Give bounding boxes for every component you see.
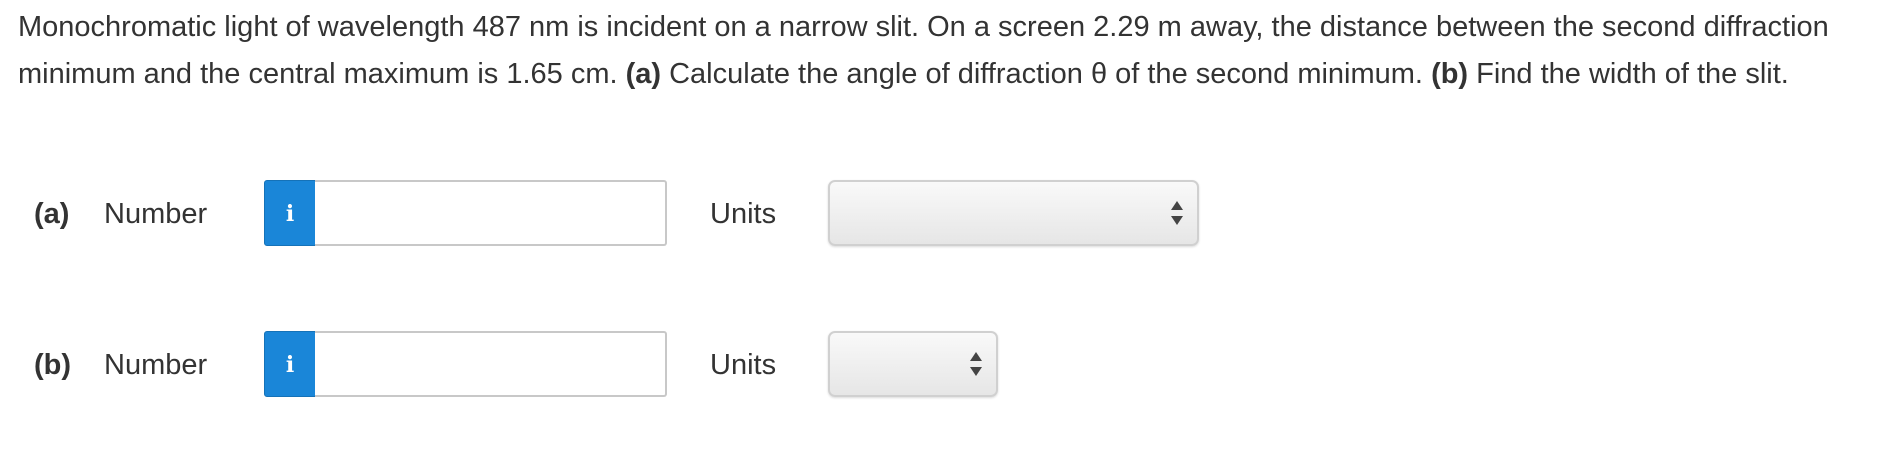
info-icon-button[interactable]: i <box>264 180 316 246</box>
info-icon-button[interactable]: i <box>264 331 316 397</box>
number-input[interactable] <box>315 331 667 397</box>
answer-row-b: (b) Number i Units <box>0 331 1884 399</box>
answer-row-a: (a) Number i Units <box>0 180 1884 248</box>
part-a-tag: (a) <box>625 58 662 90</box>
part-label: (b) <box>34 349 72 381</box>
units-label: Units <box>710 349 777 381</box>
part-label: (a) <box>34 198 70 230</box>
part-a-prompt: Calculate the angle of diffraction θ of … <box>661 58 1432 90</box>
question-text: Monochromatic light of wavelength 487 nm… <box>18 4 1868 98</box>
up-down-arrows-icon <box>970 352 982 376</box>
number-input[interactable] <box>315 180 667 246</box>
part-b-prompt: Find the width of the slit. <box>1468 58 1789 90</box>
up-down-arrows-icon <box>1171 201 1183 225</box>
units-label: Units <box>710 198 777 230</box>
units-select[interactable] <box>828 331 998 397</box>
part-b-tag: (b) <box>1431 58 1469 90</box>
number-label: Number <box>104 198 208 230</box>
number-label: Number <box>104 349 208 381</box>
units-select[interactable] <box>828 180 1199 246</box>
